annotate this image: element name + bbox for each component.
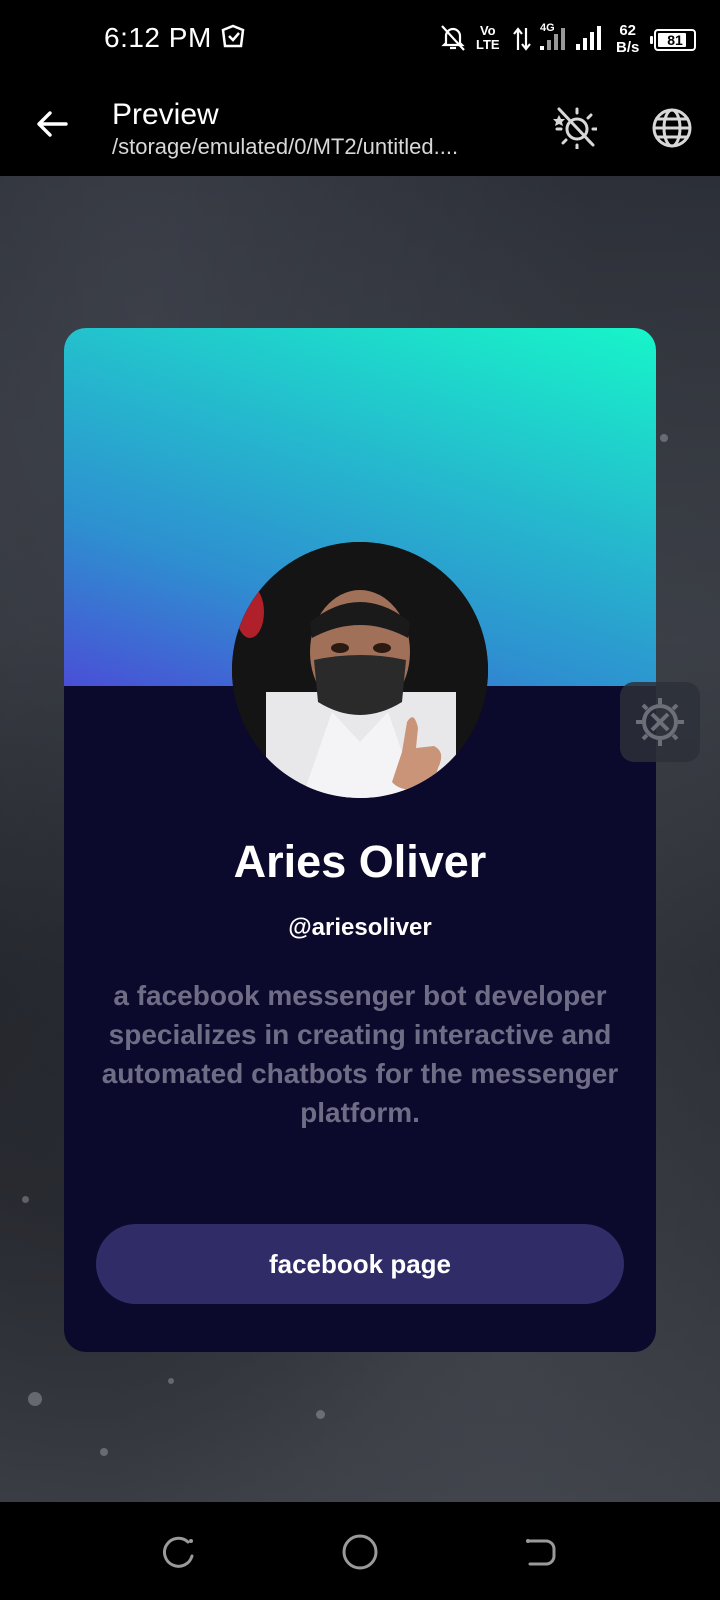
background-speck [660, 434, 668, 442]
floating-settings-button[interactable] [620, 682, 700, 762]
back-arrow-icon [37, 111, 68, 137]
theme-toggle-icon [553, 107, 597, 149]
navigation-bar [0, 1502, 720, 1600]
notification-icon [220, 24, 246, 55]
profile-handle: @ariesoliver [288, 914, 432, 941]
volte-line-2: LTE [476, 37, 500, 52]
avatar-photo [232, 542, 488, 798]
recents-icon [163, 1536, 194, 1568]
avatar [232, 542, 488, 798]
status-time: 6:12 PM [104, 22, 212, 53]
facebook-page-button[interactable]: facebook page [96, 1224, 624, 1304]
signal-icon [538, 22, 570, 57]
settings-tools-icon [636, 698, 684, 746]
background-speck [316, 1410, 325, 1419]
home-button[interactable] [332, 1524, 388, 1580]
back-nav-button[interactable] [512, 1524, 568, 1580]
globe-icon [652, 108, 692, 148]
globe-button[interactable] [646, 102, 698, 154]
battery-icon: 81 [650, 29, 696, 51]
back-icon [526, 1539, 556, 1566]
background-speck [168, 1378, 174, 1384]
net-speed-value: 62 [619, 22, 637, 39]
status-bar: 6:12 PM Vo LTE 4G 62 B/s 81 [0, 0, 720, 80]
volte-line-1: Vo [479, 23, 496, 38]
signal-icon [574, 22, 606, 57]
profile-bio: a facebook messenger bot developer speci… [101, 980, 619, 1128]
battery-level: 81 [667, 32, 683, 48]
net-speed: 62 B/s [616, 22, 639, 56]
theme-toggle-button[interactable] [550, 102, 600, 152]
volte-indicator: Vo LTE [476, 24, 500, 52]
app-bar: Preview /storage/emulated/0/MT2/untitled… [0, 80, 720, 176]
background-speck [28, 1392, 42, 1406]
home-icon [342, 1534, 378, 1570]
data-arrows-icon [512, 26, 532, 57]
profile-card: Aries Oliver @ariesoliver a facebook mes… [64, 328, 656, 1352]
recents-button[interactable] [152, 1524, 208, 1580]
page-title: Preview [112, 98, 219, 131]
net-speed-unit: B/s [616, 39, 640, 56]
background-speck [100, 1448, 108, 1456]
profile-name: Aries Oliver [233, 836, 487, 887]
file-path: /storage/emulated/0/MT2/untitled.... [112, 134, 459, 159]
back-button[interactable] [28, 100, 76, 148]
mute-icon [440, 24, 466, 57]
background-speck [22, 1196, 29, 1203]
